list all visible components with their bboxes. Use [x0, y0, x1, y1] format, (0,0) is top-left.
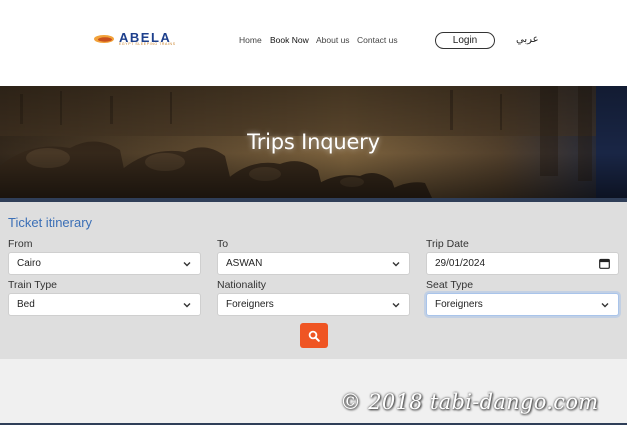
chevron-down-icon	[183, 262, 191, 267]
login-button[interactable]: Login	[435, 32, 495, 49]
nav-book-now[interactable]: Book Now	[270, 35, 309, 45]
seat-type-select[interactable]: Foreigners	[426, 293, 619, 316]
nationality-value: Foreigners	[226, 299, 274, 310]
to-select[interactable]: ASWAN	[217, 252, 410, 275]
section-title: Ticket itinerary	[8, 215, 93, 230]
watermark-text: © 2018 tabi-dango.com	[340, 390, 599, 414]
trip-search-panel: Ticket itinerary From Cairo To ASWAN Tri…	[0, 202, 627, 359]
language-switch-link[interactable]: عربي	[516, 34, 539, 45]
nav-about-us[interactable]: About us	[316, 35, 350, 45]
from-select[interactable]: Cairo	[8, 252, 201, 275]
trip-date-value: 29/01/2024	[435, 258, 486, 269]
trip-date-input[interactable]: 29/01/2024	[426, 252, 619, 275]
nav-home[interactable]: Home	[239, 35, 262, 45]
site-header: ABELA EGYPT SLEEPING TRAINS Home Book No…	[0, 0, 627, 86]
train-type-label: Train Type	[8, 279, 58, 291]
nationality-select[interactable]: Foreigners	[217, 293, 410, 316]
nationality-label: Nationality	[217, 279, 267, 291]
chevron-down-icon	[601, 303, 609, 308]
from-value: Cairo	[17, 258, 41, 269]
trip-date-label: Trip Date	[426, 238, 469, 250]
chevron-down-icon	[392, 262, 400, 267]
chevron-down-icon	[183, 303, 191, 308]
seat-type-value: Foreigners	[435, 299, 483, 310]
train-type-value: Bed	[17, 299, 35, 310]
search-icon	[308, 330, 320, 342]
hero-banner: Trips Inquery	[0, 86, 627, 198]
seat-type-label: Seat Type	[426, 279, 474, 291]
to-value: ASWAN	[226, 258, 263, 269]
chevron-down-icon	[392, 303, 400, 308]
to-label: To	[217, 238, 229, 250]
train-type-select[interactable]: Bed	[8, 293, 201, 316]
page-title: Trips Inquery	[247, 130, 380, 154]
calendar-icon[interactable]	[599, 258, 610, 269]
search-button[interactable]	[300, 323, 328, 348]
from-label: From	[8, 238, 33, 250]
nav-contact-us[interactable]: Contact us	[357, 35, 398, 45]
